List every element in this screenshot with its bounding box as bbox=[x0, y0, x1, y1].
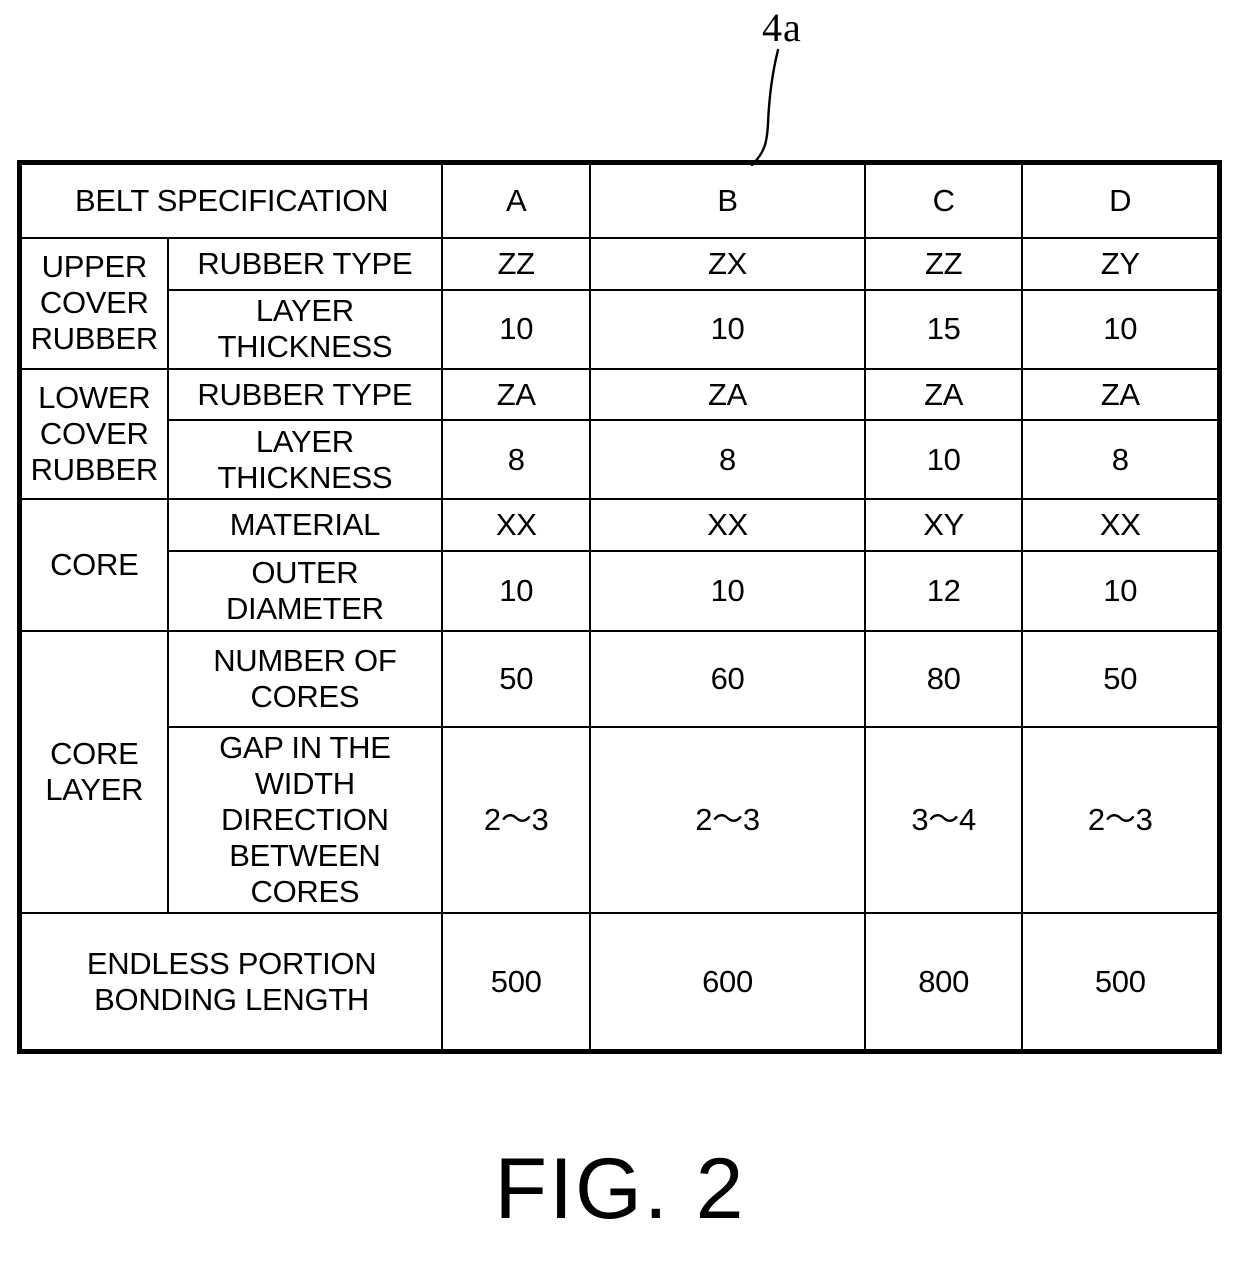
property-label-layer-thickness: LAYER THICKNESS bbox=[166, 419, 444, 501]
cell-value: 8 bbox=[441, 419, 592, 501]
property-label-rubber-type: RUBBER TYPE bbox=[166, 367, 444, 422]
leader-line-icon bbox=[750, 48, 780, 166]
property-label-endless-portion-bonding-length: ENDLESS PORTION BONDING LENGTH bbox=[18, 912, 444, 1053]
group-label-line: UPPER bbox=[41, 249, 148, 285]
table-row: LOWER COVER RUBBER RUBBER TYPE ZA ZA ZA … bbox=[18, 367, 1221, 501]
table-row: CORE LAYER NUMBER OF CORES 50 60 80 50 bbox=[18, 630, 1221, 914]
cell-value: 50 bbox=[441, 630, 592, 729]
cell-value: 800 bbox=[863, 912, 1024, 1053]
cell-value: ZZ bbox=[863, 237, 1024, 291]
property-label-material: MATERIAL bbox=[166, 498, 444, 553]
cell-value: 15 bbox=[863, 288, 1024, 370]
property-label-rubber-type: RUBBER TYPE bbox=[166, 237, 444, 291]
table-row: CORE MATERIAL XX XX XY XX bbox=[18, 498, 1221, 633]
cell-value: 8 bbox=[589, 419, 866, 501]
group-label-line: RUBBER bbox=[30, 321, 159, 357]
cell-value: 10 bbox=[863, 419, 1024, 501]
cell-value: XY bbox=[863, 498, 1024, 553]
table-header-row: BELT SPECIFICATION A B C D bbox=[18, 161, 1221, 239]
property-label-number-of-cores: NUMBER OF CORES bbox=[166, 630, 444, 729]
group-label-line: COVER bbox=[39, 416, 149, 452]
cell-value: 10 bbox=[441, 550, 592, 633]
table-row: LAYER THICKNESS 10 10 15 10 bbox=[20, 288, 1221, 370]
cell-value: XX bbox=[1021, 498, 1221, 553]
cell-value: 60 bbox=[589, 630, 866, 729]
cell-value: ZX bbox=[589, 237, 866, 291]
cell-value: 10 bbox=[589, 288, 866, 370]
column-header-b: B bbox=[589, 161, 866, 239]
cell-value: 10 bbox=[1021, 288, 1221, 370]
property-label-gap-width-direction: GAP IN THE WIDTH DIRECTION BETWEEN CORES bbox=[166, 726, 444, 914]
property-label-outer-diameter: OUTER DIAMETER bbox=[166, 550, 444, 633]
cell-value: 2〜3 bbox=[441, 726, 592, 914]
cell-value: XX bbox=[441, 498, 592, 553]
cell-value: 2〜3 bbox=[589, 726, 866, 914]
cell-value: 12 bbox=[863, 550, 1024, 633]
property-label-line: BONDING LENGTH bbox=[94, 981, 369, 1017]
cell-value: ZA bbox=[863, 367, 1024, 422]
group-label-line: CORE bbox=[50, 547, 139, 583]
cell-value: 50 bbox=[1021, 630, 1221, 729]
table-row: UPPER COVER RUBBER RUBBER TYPE ZZ ZX ZZ … bbox=[18, 237, 1221, 370]
cell-value: 10 bbox=[1021, 550, 1221, 633]
cell-value: ZA bbox=[589, 367, 866, 422]
belt-specification-table-wrapper: BELT SPECIFICATION A B C D UPPER COVER R… bbox=[17, 160, 1222, 1054]
group-label-lower-cover-rubber: LOWER COVER RUBBER bbox=[18, 367, 169, 501]
group-label-upper-cover-rubber: UPPER COVER RUBBER bbox=[18, 237, 169, 370]
property-label-line: BETWEEN CORES bbox=[229, 838, 381, 910]
column-header-c: C bbox=[863, 161, 1024, 239]
cell-value: 500 bbox=[1021, 912, 1221, 1053]
property-label-line: GAP IN THE bbox=[219, 730, 391, 766]
group-label-line: CORE bbox=[50, 736, 139, 772]
header-belt-specification: BELT SPECIFICATION bbox=[18, 161, 444, 239]
column-header-a: A bbox=[441, 161, 592, 239]
property-label-line: ENDLESS PORTION bbox=[86, 945, 377, 981]
table-footer-row: ENDLESS PORTION BONDING LENGTH 500 600 8… bbox=[18, 912, 1221, 1053]
group-label-line: LOWER bbox=[38, 380, 151, 416]
cell-value: 80 bbox=[863, 630, 1024, 729]
group-label-line: RUBBER bbox=[30, 452, 159, 488]
group-label-core-layer: CORE LAYER bbox=[18, 630, 169, 914]
cell-value: 8 bbox=[1021, 419, 1221, 501]
table-row: LAYER THICKNESS 8 8 10 8 bbox=[20, 419, 1221, 501]
reference-numeral-4a: 4a bbox=[762, 5, 802, 50]
cell-value: 600 bbox=[589, 912, 866, 1053]
property-label-layer-thickness: LAYER THICKNESS bbox=[166, 288, 444, 370]
table-row: GAP IN THE WIDTH DIRECTION BETWEEN CORES… bbox=[20, 726, 1221, 914]
cell-value: 2〜3 bbox=[1021, 726, 1221, 914]
table-row: OUTER DIAMETER 10 10 12 10 bbox=[20, 550, 1221, 633]
belt-specification-table: BELT SPECIFICATION A B C D UPPER COVER R… bbox=[17, 160, 1222, 1054]
cell-value: ZZ bbox=[441, 237, 592, 291]
group-label-core: CORE bbox=[18, 498, 169, 633]
figure-caption: FIG. 2 bbox=[494, 1141, 746, 1237]
property-label-line: WIDTH DIRECTION bbox=[220, 766, 389, 838]
group-label-line: LAYER bbox=[45, 772, 144, 808]
cell-value: ZA bbox=[1021, 367, 1221, 422]
cell-value: ZA bbox=[441, 367, 592, 422]
column-header-d: D bbox=[1021, 161, 1221, 239]
cell-value: ZY bbox=[1021, 237, 1221, 291]
group-label-line: COVER bbox=[39, 285, 149, 321]
cell-value: 3〜4 bbox=[863, 726, 1024, 914]
cell-value: 10 bbox=[589, 550, 866, 633]
cell-value: 10 bbox=[441, 288, 592, 370]
cell-value: XX bbox=[589, 498, 866, 553]
cell-value: 500 bbox=[441, 912, 592, 1053]
